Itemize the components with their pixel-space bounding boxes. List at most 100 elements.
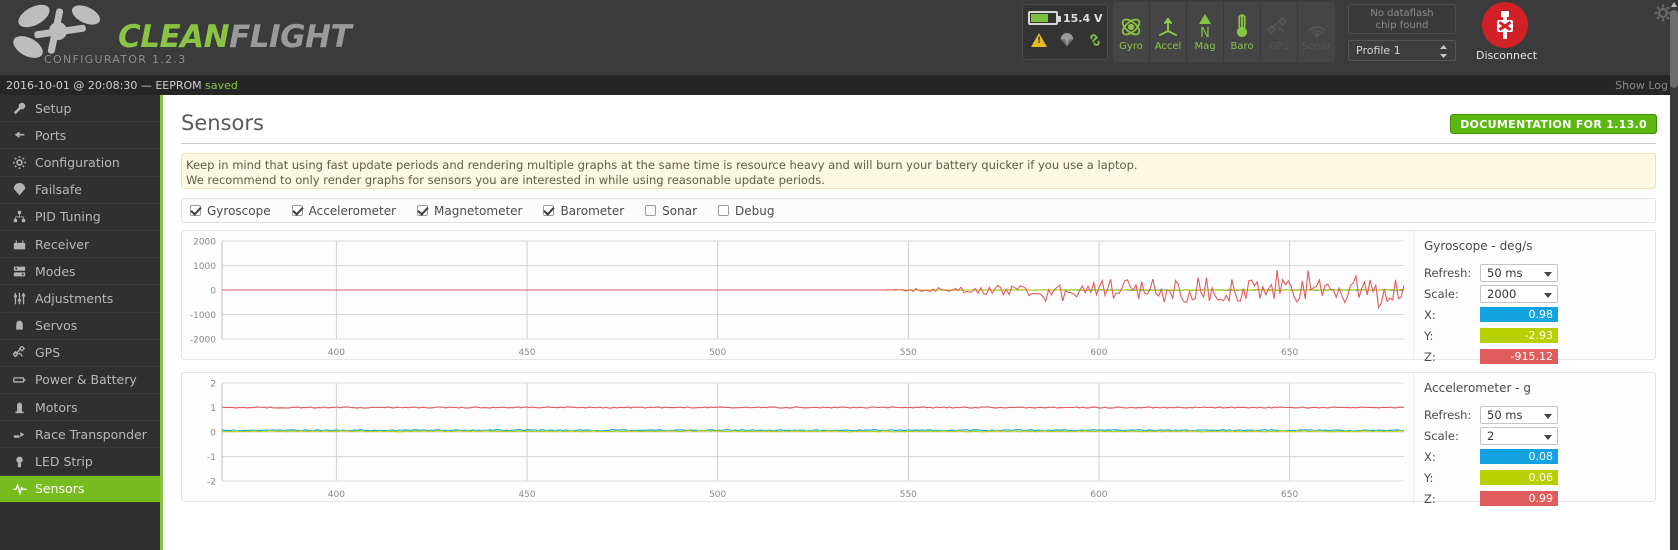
accel-x-row: X: 0.08 — [1424, 446, 1655, 467]
sidebar-item-configuration[interactable]: Configuration — [0, 149, 160, 177]
battery-voltage: 15.4 V — [1063, 11, 1103, 25]
disconnect-button[interactable]: Disconnect — [1476, 2, 1537, 62]
sensor-status-gps: GPS — [1261, 2, 1298, 62]
checkbox-gyroscope[interactable]: Gyroscope — [190, 204, 271, 218]
gyro-scale-select[interactable]: 2000 — [1480, 284, 1558, 303]
svg-text:650: 650 — [1281, 348, 1298, 358]
scroll-up-arrow-icon[interactable] — [1671, 2, 1677, 7]
sidebar-item-receiver[interactable]: Receiver — [0, 231, 160, 259]
sidebar-item-motors[interactable]: Motors — [0, 394, 160, 422]
checkbox-sonar[interactable]: Sonar — [645, 204, 697, 218]
link-icon — [1090, 34, 1100, 46]
z-label: Z: — [1424, 491, 1436, 506]
brand-clean: CLEAN — [118, 19, 230, 55]
gyroscope-plot: 2000 1000 0 -1000 -2000 400 450 500 550 600 650 — [182, 231, 1412, 361]
compass-icon: N — [1193, 13, 1217, 39]
sidebar-item-ports[interactable]: Ports — [0, 122, 160, 150]
profile-select[interactable]: Profile 1 — [1348, 40, 1456, 61]
svg-text:-2000: -2000 — [190, 336, 216, 346]
sliders-icon — [12, 210, 27, 223]
cleanflight-configurator-window: CLEANFLIGHT CONFIGURATOR 1.2.3 15.4 V ! … — [0, 0, 1678, 550]
page-title: Sensors — [181, 111, 264, 135]
checkbox-debug[interactable]: Debug — [718, 204, 775, 218]
checkbox-label: Barometer — [560, 203, 625, 218]
y-label: Y: — [1424, 328, 1434, 343]
checkbox-magnetometer[interactable]: Magnetometer — [417, 204, 522, 218]
gyro-icon — [1119, 13, 1143, 39]
chevron-down-icon — [1544, 413, 1552, 419]
sidebar-item-modes[interactable]: Modes — [0, 258, 160, 286]
accel-refresh-select[interactable]: 50 ms — [1480, 405, 1558, 424]
battery-reading: 15.4 V — [1028, 11, 1102, 25]
sonar-icon — [1305, 13, 1329, 39]
checkbox-box[interactable] — [291, 205, 303, 216]
dataflash-status-button[interactable]: No dataflash chip found — [1348, 4, 1456, 34]
accel-scale-select[interactable]: 2 — [1480, 426, 1558, 445]
sidebar-item-label: Modes — [35, 263, 76, 279]
sidebar-item-power-battery[interactable]: Power & Battery — [0, 367, 160, 395]
main-content: Sensors DOCUMENTATION FOR 1.13.0 Keep in… — [160, 95, 1670, 550]
sidebar-item-gps[interactable]: GPS — [0, 340, 160, 367]
svg-text:-1: -1 — [207, 453, 216, 463]
checkbox-accelerometer[interactable]: Accelerometer — [291, 204, 396, 218]
chevron-down-icon — [1544, 434, 1552, 440]
sidebar-item-sensors[interactable]: Sensors — [0, 475, 160, 503]
svg-text:1000: 1000 — [193, 262, 216, 272]
sidebar-item-label: Sensors — [35, 481, 85, 497]
title-divider — [181, 143, 1656, 144]
svg-text:500: 500 — [709, 348, 726, 358]
checkbox-box[interactable] — [645, 205, 657, 216]
gyro-x-value: 0.98 — [1480, 307, 1558, 322]
sensor-toggle-bar: Gyroscope Accelerometer Magnetometer Barome… — [181, 198, 1656, 223]
status-text: 2016-10-01 @ 20:08:30 — EEPROM — [6, 79, 206, 92]
show-log-button[interactable]: Show Log — [1615, 79, 1668, 92]
satellite-icon — [12, 346, 27, 359]
brand-flight: FLIGHT — [229, 19, 352, 55]
satellite-icon — [1267, 13, 1291, 39]
checkbox-box[interactable] — [543, 205, 555, 216]
accel-scale-value: 2 — [1487, 428, 1495, 443]
sidebar-item-setup[interactable]: Setup — [0, 95, 160, 123]
svg-text:400: 400 — [328, 348, 345, 358]
sensor-status-sonar: Sonar — [1298, 2, 1335, 62]
accel-refresh-value: 50 ms — [1487, 407, 1523, 422]
y-label: Y: — [1424, 470, 1434, 485]
sidebar-item-label: Ports — [35, 127, 67, 143]
switches-icon — [12, 265, 27, 278]
battery-icon — [1028, 11, 1061, 25]
sidebar-item-servos[interactable]: Servos — [0, 313, 160, 340]
scrollbar-thumb[interactable] — [1670, 10, 1678, 88]
sidebar-item-adjustments[interactable]: Adjustments — [0, 285, 160, 313]
sidebar-item-led-strip[interactable]: LED Strip — [0, 448, 160, 476]
battery-icon — [12, 373, 27, 386]
svg-text:550: 550 — [900, 490, 917, 500]
sidebar-item-failsafe[interactable]: Failsafe — [0, 177, 160, 204]
accelerometer-graph-panel: 2 1 0 -1 -2 400 450 500 550 600 650 Accelerometer … — [181, 372, 1656, 506]
svg-text:2000: 2000 — [193, 238, 216, 248]
accel-y-value: 0.06 — [1480, 470, 1558, 485]
status-saved: saved — [205, 79, 238, 92]
gyro-refresh-select[interactable]: 50 ms — [1480, 263, 1558, 282]
checkbox-barometer[interactable]: Barometer — [543, 204, 624, 218]
sidebar-item-pid-tuning[interactable]: PID Tuning — [0, 204, 160, 231]
documentation-button[interactable]: DOCUMENTATION FOR 1.13.0 — [1450, 114, 1657, 134]
status-indicator-icons — [1031, 33, 1103, 47]
app-header: CLEANFLIGHT CONFIGURATOR 1.2.3 15.4 V ! … — [0, 0, 1678, 76]
sensor-status-mag: N Mag — [1187, 2, 1224, 62]
battery-status-box: 15.4 V — [1022, 4, 1108, 60]
sidebar-item-label: PID Tuning — [35, 209, 101, 225]
checkbox-box[interactable] — [417, 205, 429, 216]
accel-z-value: 0.99 — [1480, 491, 1558, 506]
checkbox-box[interactable] — [190, 205, 201, 216]
checkbox-box[interactable] — [718, 205, 730, 216]
chevron-down-icon — [1544, 271, 1552, 277]
sensor-label: Accel — [1154, 40, 1182, 52]
accelerometer-title: Accelerometer - g — [1424, 381, 1531, 395]
window-scrollbar[interactable] — [1670, 0, 1678, 550]
sidebar-item-label: LED Strip — [35, 454, 93, 470]
sidebar-item-race-transponder[interactable]: Race Transponder — [0, 421, 160, 449]
spinner-arrows-icon — [1440, 45, 1447, 58]
usb-disconnect-icon — [1497, 11, 1513, 39]
accel-z-row: Z: 0.99 — [1424, 488, 1655, 509]
scale-label: Scale: — [1424, 286, 1459, 301]
